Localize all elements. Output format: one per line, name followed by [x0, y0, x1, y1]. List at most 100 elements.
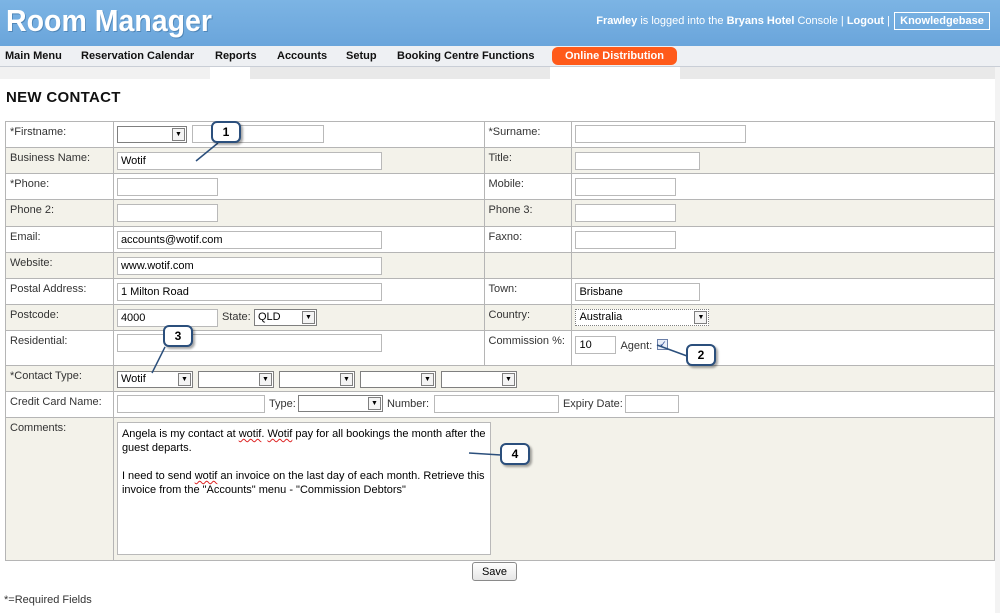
page-title: NEW CONTACT	[6, 89, 121, 106]
chevron-down-icon: ▼	[258, 373, 272, 386]
callout-3-badge: 3	[163, 325, 193, 347]
subnav-strip	[250, 67, 550, 79]
phone-label: *Phone:	[5, 173, 114, 200]
comments-paragraph-2: I need to send wotif an invoice on the l…	[121, 470, 485, 496]
required-fields-note: *=Required Fields	[4, 594, 92, 606]
contact-type-value: Wotif	[120, 373, 146, 385]
cc-expiry-input[interactable]	[624, 395, 679, 413]
callout-4-badge: 4	[500, 443, 530, 465]
cc-expiry-label: Expiry Date:	[562, 398, 623, 410]
subnav-strip	[680, 67, 1000, 79]
page-edge	[995, 67, 1000, 613]
comments-textarea[interactable]: Angela is my contact at wotif. Wotif pay…	[116, 422, 491, 555]
business-name-input[interactable]	[116, 152, 382, 170]
save-button[interactable]: Save	[472, 562, 517, 581]
user-status-line: Frawley is logged into the Bryans Hotel …	[596, 15, 890, 27]
business-name-label: Business Name:	[5, 147, 114, 174]
commission-input[interactable]	[575, 336, 617, 354]
website-input[interactable]	[116, 257, 382, 275]
email-input[interactable]	[116, 231, 382, 249]
phone3-input[interactable]	[575, 204, 677, 222]
chevron-down-icon: ▼	[171, 128, 185, 141]
state-value: QLD	[257, 311, 281, 323]
comments-paragraph-1: Angela is my contact at wotif. Wotif pay…	[121, 428, 486, 454]
nav-booking-centre-functions[interactable]: Booking Centre Functions	[397, 50, 535, 62]
mobile-label: Mobile:	[483, 173, 573, 200]
cc-type-label: Type:	[268, 398, 296, 410]
country-label: Country:	[483, 304, 573, 331]
surname-label: *Surname:	[483, 121, 573, 148]
user-name: Frawley	[596, 15, 638, 27]
phone3-label: Phone 3:	[483, 199, 573, 227]
empty-cell	[483, 252, 573, 279]
logout-link[interactable]: Logout	[847, 15, 884, 27]
empty-cell	[571, 252, 995, 279]
postcode-label: Postcode:	[5, 304, 114, 331]
contact-type-select-4[interactable]: ▼	[359, 371, 436, 388]
faxno-label: Faxno:	[483, 226, 573, 253]
contact-type-select-5[interactable]: ▼	[440, 371, 517, 388]
console-text: Console |	[794, 15, 847, 27]
chevron-down-icon: ▼	[501, 373, 515, 386]
nav-main-menu[interactable]: Main Menu	[5, 50, 62, 62]
nav-accounts[interactable]: Accounts	[277, 50, 327, 62]
user-status-text: is logged into the	[637, 15, 727, 27]
town-label: Town:	[483, 278, 573, 305]
agent-label: Agent:	[620, 340, 653, 352]
nav-online-distribution[interactable]: Online Distribution	[552, 47, 677, 65]
chevron-down-icon: ▼	[177, 373, 191, 386]
knowledgebase-button[interactable]: Knowledgebase	[894, 12, 990, 30]
town-input[interactable]	[575, 283, 701, 301]
firstname-label: *Firstname:	[5, 121, 114, 148]
chevron-down-icon: ▼	[367, 397, 381, 410]
country-value: Australia	[579, 311, 623, 323]
mobile-input[interactable]	[575, 178, 677, 196]
agent-checkbox[interactable]: ✓	[657, 339, 669, 350]
residential-input[interactable]	[116, 334, 382, 352]
app-logo: Room Manager	[6, 3, 213, 38]
nav-reservation-calendar[interactable]: Reservation Calendar	[81, 50, 194, 62]
contact-type-select-1[interactable]: Wotif ▼	[116, 371, 193, 388]
chevron-down-icon: ▼	[420, 373, 434, 386]
postal-address-label: Postal Address:	[5, 278, 114, 305]
checkmark-icon: ✓	[659, 339, 667, 349]
chevron-down-icon: ▼	[301, 311, 315, 324]
credit-card-name-input[interactable]	[116, 395, 265, 413]
callout-2-badge: 2	[686, 344, 716, 366]
separator: |	[884, 15, 890, 27]
contact-form: *Firstname: ▼ *Surname: Business Name: T…	[5, 121, 996, 561]
cc-number-label: Number:	[386, 398, 430, 410]
contact-type-select-2[interactable]: ▼	[197, 371, 274, 388]
phone-input[interactable]	[116, 178, 218, 196]
state-label: State:	[221, 311, 251, 323]
state-select[interactable]: QLD ▼	[253, 309, 317, 326]
subnav-strip	[0, 67, 210, 79]
callout-1-badge: 1	[211, 121, 241, 143]
contact-type-select-3[interactable]: ▼	[278, 371, 355, 388]
comments-label: Comments:	[5, 417, 114, 561]
main-nav: Main Menu Reservation Calendar Reports A…	[0, 46, 1000, 67]
surname-input[interactable]	[575, 125, 747, 143]
hotel-name: Bryans Hotel	[726, 15, 795, 27]
phone2-input[interactable]	[116, 204, 218, 222]
commission-label: Commission %:	[483, 330, 573, 366]
app-header: Room Manager Frawley is logged into the …	[0, 0, 1000, 46]
nav-setup[interactable]: Setup	[346, 50, 377, 62]
postal-address-input[interactable]	[116, 283, 382, 301]
contact-type-label: *Contact Type:	[5, 365, 114, 392]
faxno-input[interactable]	[575, 231, 677, 249]
nav-reports[interactable]: Reports	[215, 50, 257, 62]
chevron-down-icon: ▼	[694, 311, 708, 324]
residential-label: Residential:	[5, 330, 114, 366]
cc-type-select[interactable]: ▼	[297, 395, 383, 412]
phone2-label: Phone 2:	[5, 199, 114, 227]
email-label: Email:	[5, 226, 114, 253]
website-label: Website:	[5, 252, 114, 279]
title-label: Title:	[483, 147, 573, 174]
salutation-select[interactable]: ▼	[116, 126, 187, 143]
title-input[interactable]	[575, 152, 701, 170]
credit-card-name-label: Credit Card Name:	[5, 391, 114, 418]
chevron-down-icon: ▼	[339, 373, 353, 386]
country-select[interactable]: Australia ▼	[575, 309, 710, 326]
cc-number-input[interactable]	[433, 395, 559, 413]
